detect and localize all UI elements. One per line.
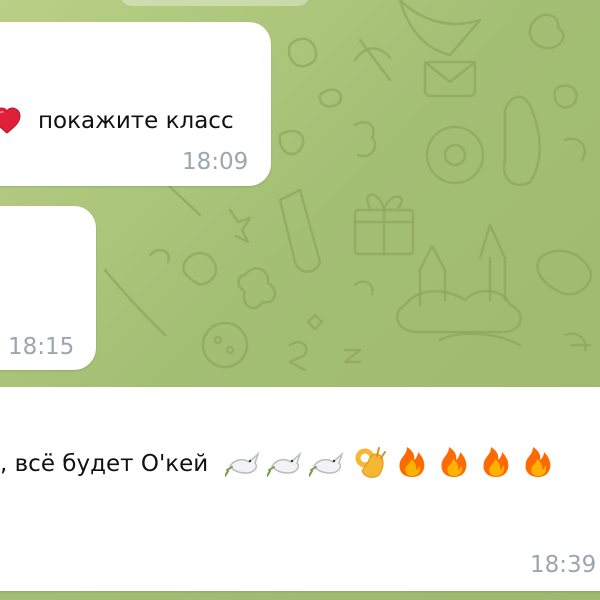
fire-icon	[441, 447, 467, 477]
fire-icon	[399, 447, 425, 477]
fire-icon	[525, 447, 551, 477]
previous-message-edge	[120, 0, 310, 6]
message-time: 18:09	[182, 149, 249, 175]
message-bubble[interactable]: покажите класс 18:09	[0, 22, 271, 186]
fire-icon	[483, 447, 509, 477]
ok-hand-icon	[355, 447, 386, 478]
message-text: , всё будет О'кей	[0, 451, 209, 477]
dove-icon	[267, 451, 302, 477]
message-bubble[interactable]: , всё будет О'кей 18:39	[0, 387, 600, 591]
message-text: покажите класс	[38, 108, 234, 134]
chat-background: покажите класс 18:09 18:15 , всё будет О…	[0, 0, 600, 600]
message-bubble[interactable]: 18:15	[0, 206, 96, 370]
dove-icon	[309, 451, 344, 477]
dove-icon	[225, 451, 260, 477]
message-time: 18:39	[530, 552, 597, 578]
heart-icon	[0, 107, 21, 134]
message-time: 18:15	[8, 334, 75, 360]
